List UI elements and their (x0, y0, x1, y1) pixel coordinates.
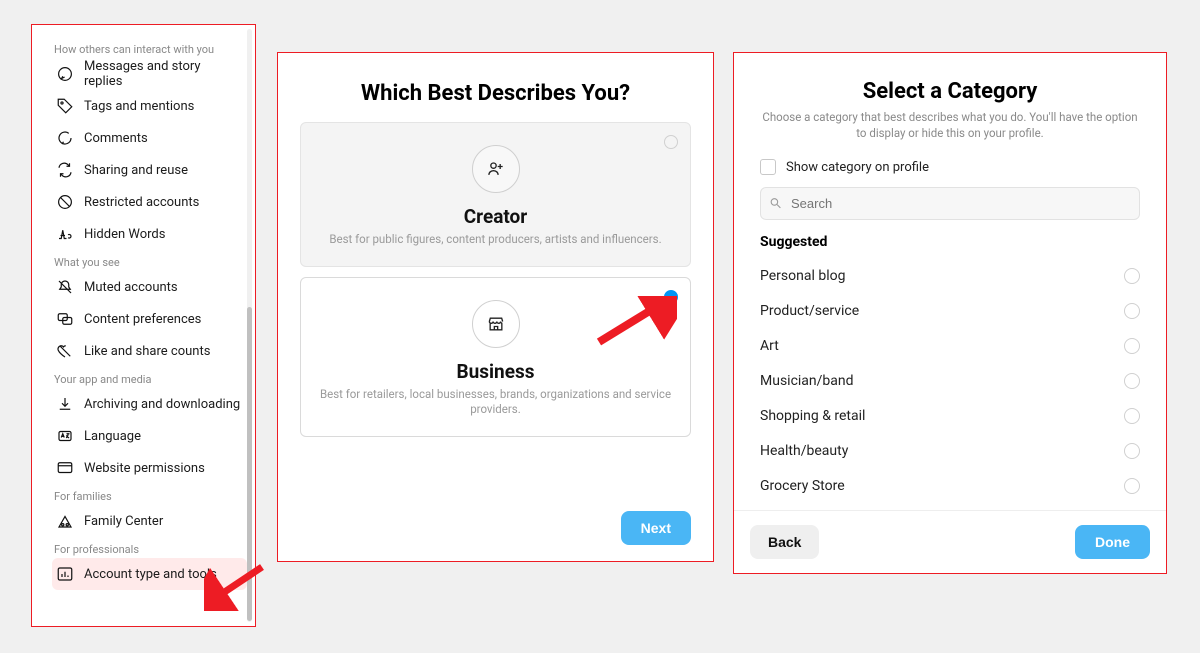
creator-icon (472, 145, 520, 193)
category-name: Musician/band (760, 373, 854, 389)
show-category-checkbox[interactable] (760, 159, 776, 175)
comment-icon (54, 127, 76, 149)
nav-item-label: Language (84, 429, 141, 444)
nav-item-label: Hidden Words (84, 227, 165, 242)
nav-item-account-type-and-tools[interactable]: Account type and tools (52, 558, 247, 590)
panel-subtitle: Choose a category that best describes wh… (760, 110, 1140, 141)
nav-item-label: Family Center (84, 514, 163, 529)
hidden-words-icon (54, 223, 76, 245)
nav-item-content-preferences[interactable]: Content preferences (52, 303, 247, 335)
nav-item-family-center[interactable]: Family Center (52, 505, 247, 537)
creator-desc: Best for public figures, content produce… (319, 232, 672, 248)
download-icon (54, 393, 76, 415)
radio-unselected-icon[interactable] (1124, 268, 1140, 284)
nav-item-messages-and-story-replies[interactable]: Messages and story replies (52, 58, 247, 90)
section-title: What you see (52, 256, 247, 269)
family-icon (54, 510, 76, 532)
select-category-panel: Select a Category Choose a category that… (733, 52, 1167, 574)
done-button[interactable]: Done (1075, 525, 1150, 559)
category-item-product-service[interactable]: Product/service (760, 293, 1140, 328)
category-name: Product/service (760, 303, 859, 319)
category-item-shopping-retail[interactable]: Shopping & retail (760, 398, 1140, 433)
nav-item-website-permissions[interactable]: Website permissions (52, 452, 247, 484)
nav-item-language[interactable]: Language (52, 420, 247, 452)
radio-unselected-icon[interactable] (1124, 408, 1140, 424)
chat-icon (54, 63, 76, 85)
next-button[interactable]: Next (621, 511, 691, 545)
search-input[interactable] (760, 187, 1140, 220)
muted-icon (54, 276, 76, 298)
section-title: Your app and media (52, 373, 247, 386)
category-item-musician-band[interactable]: Musician/band (760, 363, 1140, 398)
chart-icon (54, 563, 76, 585)
nav-item-label: Tags and mentions (84, 99, 194, 114)
nav-item-label: Messages and story replies (84, 59, 241, 89)
nav-item-like-and-share-counts[interactable]: Like and share counts (52, 335, 247, 367)
nav-item-sharing-and-reuse[interactable]: Sharing and reuse (52, 154, 247, 186)
nav-item-archiving-and-downloading[interactable]: Archiving and downloading (52, 388, 247, 420)
nav-item-label: Comments (84, 131, 148, 146)
nav-item-label: Like and share counts (84, 344, 210, 359)
nav-item-comments[interactable]: Comments (52, 122, 247, 154)
category-item-grocery-store[interactable]: Grocery Store (760, 468, 1140, 503)
account-type-panel: Which Best Describes You? Creator Best f… (277, 52, 714, 562)
category-name: Health/beauty (760, 443, 848, 459)
nav-item-hidden-words[interactable]: Hidden Words (52, 218, 247, 250)
tag-icon (54, 95, 76, 117)
nav-item-label: Muted accounts (84, 280, 178, 295)
business-title: Business (319, 360, 672, 383)
category-name: Art (760, 338, 779, 354)
creator-title: Creator (319, 205, 672, 228)
search-icon (769, 194, 782, 213)
section-title: How others can interact with you (52, 43, 247, 56)
business-option-card[interactable]: Business Best for retailers, local busin… (300, 277, 691, 437)
storefront-icon (472, 300, 520, 348)
category-name: Personal blog (760, 268, 845, 284)
nav-item-label: Sharing and reuse (84, 163, 188, 178)
nav-item-muted-accounts[interactable]: Muted accounts (52, 271, 247, 303)
category-item-health-beauty[interactable]: Health/beauty (760, 433, 1140, 468)
nav-item-restricted-accounts[interactable]: Restricted accounts (52, 186, 247, 218)
language-icon (54, 425, 76, 447)
nav-item-label: Account type and tools (84, 567, 217, 582)
panel-heading: Select a Category (760, 79, 1140, 104)
nav-item-label: Archiving and downloading (84, 397, 240, 412)
business-desc: Best for retailers, local businesses, br… (319, 387, 672, 418)
show-category-label: Show category on profile (786, 160, 929, 175)
back-button[interactable]: Back (750, 525, 819, 559)
radio-unselected-icon[interactable] (1124, 338, 1140, 354)
section-title: For families (52, 490, 247, 503)
radio-unselected-icon[interactable] (1124, 303, 1140, 319)
category-item-art[interactable]: Art (760, 328, 1140, 363)
section-title: For professionals (52, 543, 247, 556)
radio-unselected-icon[interactable] (1124, 478, 1140, 494)
category-name: Shopping & retail (760, 408, 865, 424)
radio-unselected-icon[interactable] (664, 135, 678, 149)
panel-heading: Which Best Describes You? (300, 81, 691, 106)
radio-unselected-icon[interactable] (1124, 373, 1140, 389)
radio-selected-icon[interactable] (664, 290, 678, 304)
nav-item-tags-and-mentions[interactable]: Tags and mentions (52, 90, 247, 122)
highlight-arrow-icon (577, 296, 677, 352)
nav-item-label: Content preferences (84, 312, 201, 327)
suggested-heading: Suggested (760, 234, 1140, 250)
restricted-icon (54, 191, 76, 213)
scrollbar-thumb[interactable] (247, 307, 252, 621)
category-list: Personal blog Product/service Art Musician/… (760, 258, 1140, 503)
settings-sidebar-panel: How others can interact with you Messages… (31, 24, 256, 627)
category-item-personal-blog[interactable]: Personal blog (760, 258, 1140, 293)
website-icon (54, 457, 76, 479)
category-search-field[interactable] (760, 187, 1140, 220)
nav-item-label: Website permissions (84, 461, 205, 476)
nav-item-label: Restricted accounts (84, 195, 199, 210)
category-name: Grocery Store (760, 478, 845, 494)
creator-option-card[interactable]: Creator Best for public figures, content… (300, 122, 691, 267)
settings-sidebar-list: How others can interact with you Messages… (32, 25, 247, 626)
radio-unselected-icon[interactable] (1124, 443, 1140, 459)
like-share-icon (54, 340, 76, 362)
content-pref-icon (54, 308, 76, 330)
reuse-icon (54, 159, 76, 181)
